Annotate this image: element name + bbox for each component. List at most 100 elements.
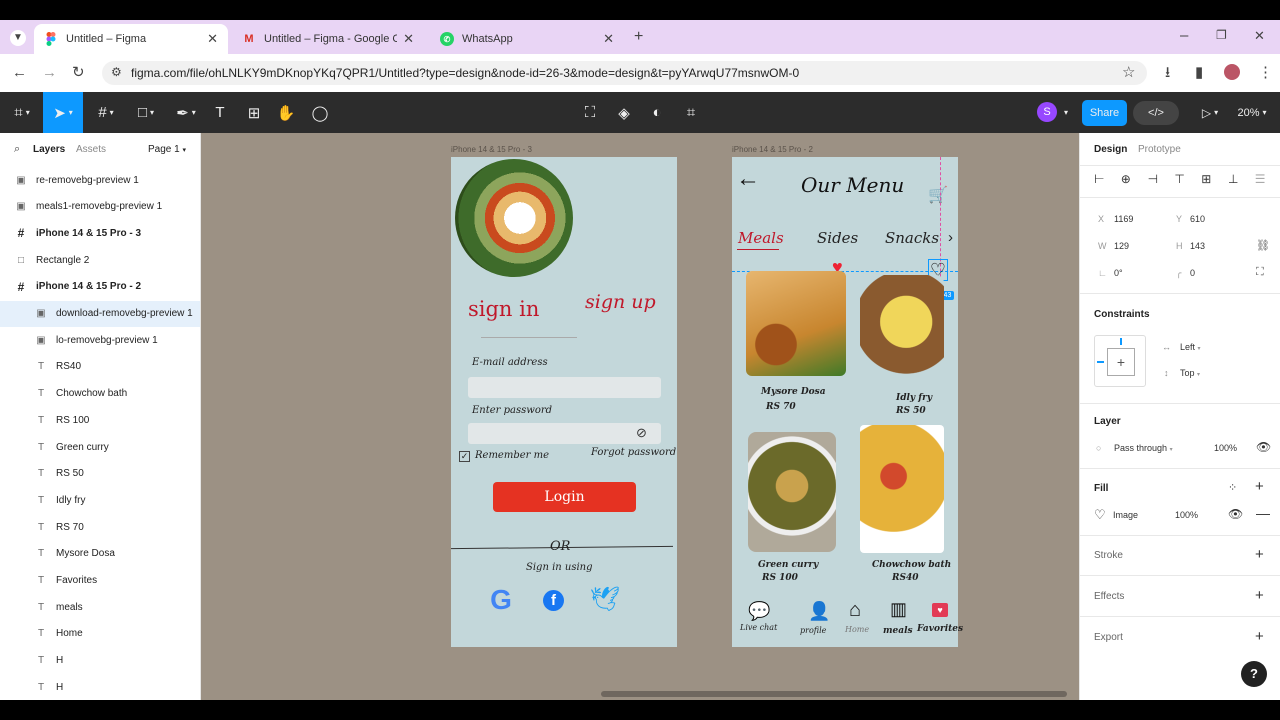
dev-mode-toggle[interactable]: </> [1133,101,1179,125]
layer-row[interactable]: # iPhone 14 & 15 Pro - 3 [0,220,200,246]
constraint-h-select[interactable]: Left ▾ [1180,342,1201,352]
tab-prototype[interactable]: Prototype [1138,144,1181,155]
google-icon[interactable]: G [486,585,516,615]
align-vcenter-icon[interactable]: ⊞ [1201,172,1211,186]
tab-assets[interactable]: Assets [76,144,106,155]
new-tab-icon[interactable]: + [634,29,643,45]
tab-search-icon[interactable]: ▼ [10,30,26,46]
page-selector[interactable]: Page 1 ▾ [148,144,186,155]
constraints-widget[interactable]: + [1094,335,1146,387]
x-input[interactable]: 1169 [1114,214,1133,224]
tab-sides[interactable]: Sides [817,229,858,247]
bookmark-star-icon[interactable]: ☆ [1122,65,1135,80]
hand-tool-icon[interactable]: ✋ [274,92,298,133]
image-fill-heart-icon[interactable]: ♡ [1094,507,1106,523]
tab-snacks[interactable]: Snacks [885,229,939,247]
layer-row[interactable]: ▣ re-removebg-preview 1 [0,167,200,193]
reload-icon[interactable]: ↻ [72,65,85,80]
close-icon[interactable]: ✕ [603,31,614,47]
component-frame-icon[interactable]: ⛶ [578,92,602,133]
align-right-icon[interactable]: ⊣ [1148,172,1158,186]
favorite-icon[interactable]: ♥ [932,603,948,617]
w-input[interactable]: 129 [1114,241,1129,251]
blend-mode-select[interactable]: Pass through ▾ [1114,443,1173,453]
radius-input[interactable]: 0 [1190,268,1195,278]
forward-icon[interactable]: → [42,65,57,80]
crop-icon[interactable]: ⌗ [679,92,703,133]
text-tool-icon[interactable]: T [208,92,232,133]
fill-type[interactable]: Image [1113,510,1138,520]
layer-row[interactable]: □ Rectangle 2 [0,247,200,273]
food-image-curry[interactable] [748,432,836,552]
menu-frame[interactable]: ← Our Menu 🛒 Meals Sides Snacks › ♥ ♡ 12… [732,157,963,647]
align-hcenter-icon[interactable]: ⊕ [1121,172,1131,186]
shape-tool-icon[interactable]: □ ▾ [128,92,164,133]
layer-row[interactable]: T Chowchow bath [0,381,200,407]
add-fill-icon[interactable]: + [1255,478,1264,495]
layer-row[interactable]: TH [0,674,200,700]
tab-layers[interactable]: Layers [33,144,65,155]
layer-row[interactable]: T Green curry [0,434,200,460]
present-icon[interactable]: ▷ ▾ [1196,92,1224,133]
fill-eye-icon[interactable]: 👁 [1228,507,1243,521]
layer-row[interactable]: ▣ download-removebg-preview 1 [0,300,200,327]
tab-meals[interactable]: Meals [738,229,784,247]
align-top-icon[interactable]: ⊤ [1174,172,1184,186]
sidepanel-icon[interactable]: ▮ [1195,65,1203,80]
tab-gmail[interactable]: M Untitled – Figma - Google Chrom ✕ [232,24,424,54]
signup-link[interactable]: sign up [585,291,656,313]
styles-grid-icon[interactable]: ⁘ [1228,481,1237,494]
url-field[interactable]: ⚙ figma.com/file/ohLNLKY9mDKnopYKq7QPR1/… [102,61,1147,85]
constraint-v-select[interactable]: Top ▾ [1180,368,1200,378]
chevron-down-icon[interactable]: ▾ [1060,92,1072,133]
minimize-icon[interactable]: – [1180,28,1188,43]
remove-fill-icon[interactable]: — [1256,505,1270,521]
pen-tool-icon[interactable]: ✒ ▾ [168,92,204,133]
layer-row[interactable]: T Home [0,621,200,647]
nav-label[interactable]: profile [800,626,826,635]
user-avatar[interactable]: S [1037,102,1057,122]
nav-label[interactable]: Live chat [740,623,777,632]
frame-label[interactable]: iPhone 14 & 15 Pro - 2 [732,145,813,154]
eye-off-icon[interactable]: ⊘ [636,426,647,439]
profile-icon[interactable]: 👤 [808,601,830,622]
layer-row[interactable]: T RS 50 [0,461,200,487]
layer-row[interactable]: Tmeals [0,594,200,620]
email-field[interactable] [468,377,661,398]
layer-opacity[interactable]: 100% [1214,443,1237,453]
frame-label[interactable]: iPhone 14 & 15 Pro - 3 [451,145,532,154]
layer-row[interactable]: T Idly fry [0,487,200,513]
cart-icon[interactable]: 🛒 [928,185,948,205]
layer-row[interactable]: ▣ meals1-removebg-preview 1 [0,194,200,220]
distribute-icon[interactable]: ☰ [1255,172,1266,186]
add-export-icon[interactable]: + [1255,628,1264,645]
search-icon[interactable]: ⌕ [14,144,20,155]
layer-row[interactable]: T RS 100 [0,407,200,433]
rotation-input[interactable]: 0° [1114,268,1123,278]
main-menu-icon[interactable]: ⌗ ▾ [4,92,40,133]
remember-checkbox[interactable]: ✓ [459,451,470,462]
eye-icon[interactable]: 👁 [1256,440,1271,454]
password-field[interactable]: ⊘ [468,423,661,444]
share-button[interactable]: Share [1082,100,1127,126]
layer-row[interactable]: ▣ lo-removebg-preview 1 [0,327,200,353]
login-button[interactable]: Login [493,482,636,512]
fill-opacity[interactable]: 100% [1175,510,1198,520]
canvas[interactable]: iPhone 14 & 15 Pro - 3 sign in sign up E… [201,133,1079,700]
layer-row[interactable]: T Mysore Dosa [0,541,200,567]
maximize-icon[interactable]: ❐ [1216,29,1227,41]
layer-row[interactable]: T RS 70 [0,514,200,540]
site-info-icon[interactable]: ⚙ [111,66,122,78]
profile-avatar[interactable] [1224,64,1240,80]
twitter-icon[interactable]: 🕊 [589,585,621,615]
close-window-icon[interactable]: ✕ [1254,29,1265,42]
y-input[interactable]: 610 [1190,214,1205,224]
home-icon[interactable]: ⌂ [849,599,861,622]
back-arrow-icon[interactable]: ← [736,165,760,193]
download-icon[interactable]: ⭳ [1165,65,1170,80]
nav-label[interactable]: Favorites [917,624,963,634]
align-left-icon[interactable]: ⊢ [1094,172,1104,186]
nav-label[interactable]: Home [845,625,869,634]
chevron-right-icon[interactable]: › [948,229,953,246]
move-tool-icon[interactable]: ➤ ▾ [43,92,83,133]
